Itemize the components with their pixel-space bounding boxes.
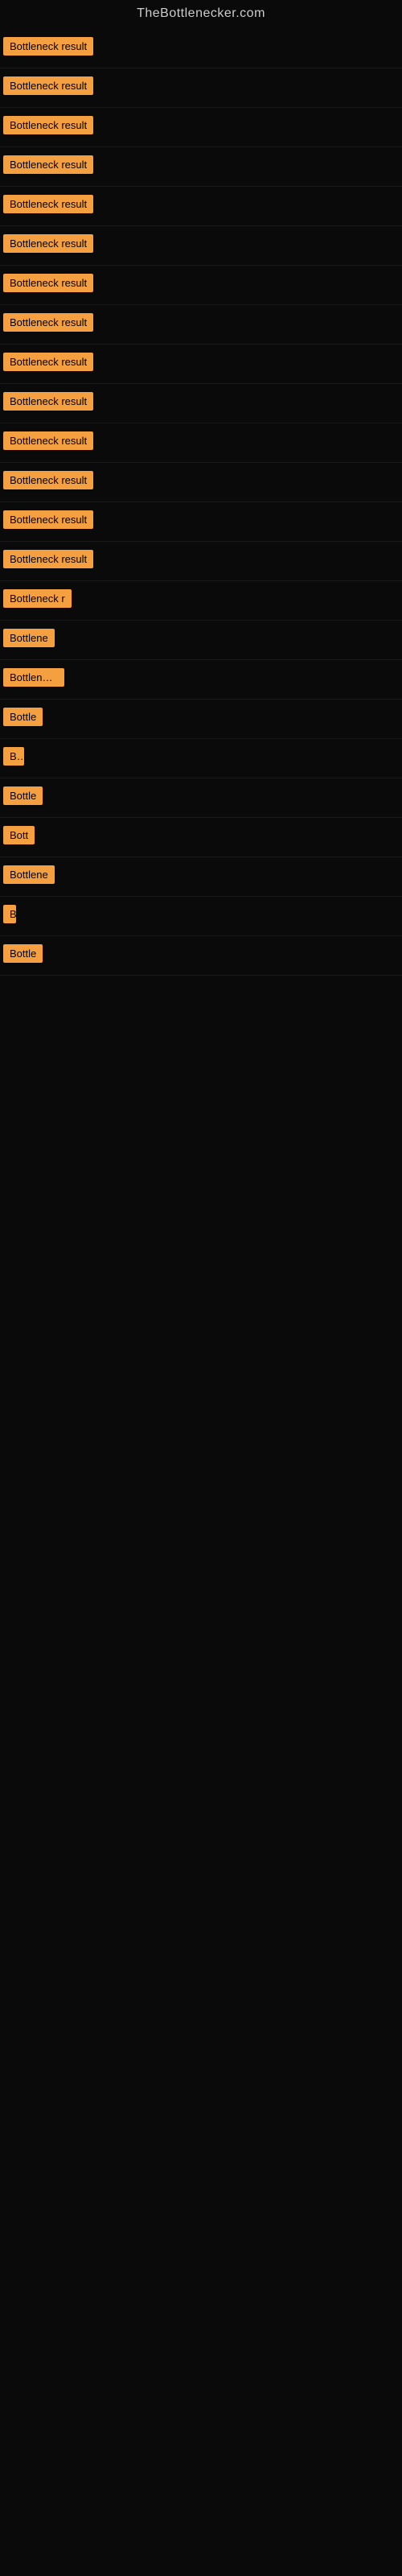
bottleneck-badge[interactable]: Bottleneck result [3,274,93,292]
bottleneck-badge[interactable]: Bottleneck result [3,431,93,450]
bottleneck-badge[interactable]: Bottleneck result [3,37,93,56]
bottleneck-badge[interactable]: Bottlene [3,865,55,884]
bottleneck-badge[interactable]: Bottleneck [3,668,64,687]
bottleneck-badge[interactable]: Bottleneck result [3,313,93,332]
bottleneck-badge[interactable]: Bottleneck result [3,510,93,529]
bottleneck-badge[interactable]: Bottleneck result [3,471,93,489]
bottleneck-badge[interactable]: Bo [3,747,24,766]
result-row: Bo [0,739,402,778]
result-row: Bottle [0,778,402,818]
result-row: Bottlene [0,857,402,897]
result-row: Bottleneck result [0,463,402,502]
result-row: Bottleneck r [0,581,402,621]
result-row: B [0,897,402,936]
site-title: TheBottlenecker.com [0,0,402,29]
site-header: TheBottlenecker.com [0,0,402,29]
result-row: Bottleneck result [0,384,402,423]
bottleneck-badge[interactable]: Bottleneck result [3,550,93,568]
bottleneck-badge[interactable]: B [3,905,16,923]
bottleneck-badge[interactable]: Bott [3,826,35,844]
bottleneck-badge[interactable]: Bottle [3,708,43,726]
result-row: Bottleneck [0,660,402,700]
bottleneck-badge[interactable]: Bottleneck result [3,116,93,134]
result-row: Bottleneck result [0,502,402,542]
bottleneck-badge[interactable]: Bottleneck result [3,392,93,411]
bottleneck-badge[interactable]: Bottlene [3,629,55,647]
result-row: Bott [0,818,402,857]
result-row: Bottleneck result [0,345,402,384]
bottleneck-badge[interactable]: Bottleneck result [3,353,93,371]
result-row: Bottleneck result [0,29,402,68]
result-row: Bottleneck result [0,266,402,305]
bottleneck-badge[interactable]: Bottle [3,944,43,963]
bottleneck-badge[interactable]: Bottleneck result [3,155,93,174]
result-row: Bottle [0,936,402,976]
result-row: Bottle [0,700,402,739]
bottleneck-badge[interactable]: Bottleneck result [3,76,93,95]
result-row: Bottlene [0,621,402,660]
result-row: Bottleneck result [0,542,402,581]
bottleneck-badge[interactable]: Bottleneck r [3,589,72,608]
result-row: Bottleneck result [0,147,402,187]
bottleneck-badge[interactable]: Bottleneck result [3,234,93,253]
bottleneck-badge[interactable]: Bottle [3,786,43,805]
result-row: Bottleneck result [0,305,402,345]
result-row: Bottleneck result [0,187,402,226]
bottleneck-badge[interactable]: Bottleneck result [3,195,93,213]
result-row: Bottleneck result [0,226,402,266]
result-row: Bottleneck result [0,108,402,147]
results-list: Bottleneck result Bottleneck result Bottle… [0,29,402,976]
result-row: Bottleneck result [0,423,402,463]
result-row: Bottleneck result [0,68,402,108]
